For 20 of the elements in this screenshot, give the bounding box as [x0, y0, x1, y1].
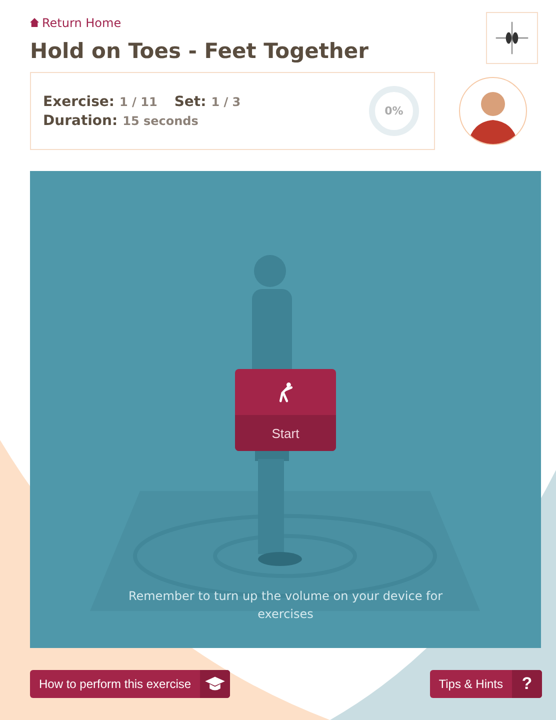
exercise-count: 1 / 11 [120, 94, 158, 108]
set-label: Set: [174, 94, 206, 110]
feet-icon [493, 19, 531, 57]
set-count: 1 / 3 [211, 94, 241, 108]
progress-ring [366, 83, 422, 139]
foot-position-button[interactable] [486, 12, 538, 64]
progress-percent: 0% [384, 104, 404, 118]
exercise-label: Exercise: [43, 94, 115, 110]
volume-reminder: Remember to turn up the volume on your device for exercises [127, 588, 444, 623]
graduation-cap-icon [204, 675, 226, 693]
start-button[interactable]: Start [235, 369, 336, 451]
question-icon: ? [512, 670, 542, 698]
stretching-figure-icon [276, 381, 294, 403]
how-to-perform-button[interactable]: How to perform this exercise [30, 670, 230, 698]
exercise-title: Hold on Toes - Feet Together [30, 39, 368, 63]
duration-value: 15 seconds [122, 114, 198, 128]
home-icon [30, 18, 39, 27]
return-home-link[interactable]: Return Home [30, 16, 122, 30]
tips-hints-button[interactable]: Tips & Hints ? [430, 670, 542, 698]
duration-label: Duration: [43, 112, 118, 128]
